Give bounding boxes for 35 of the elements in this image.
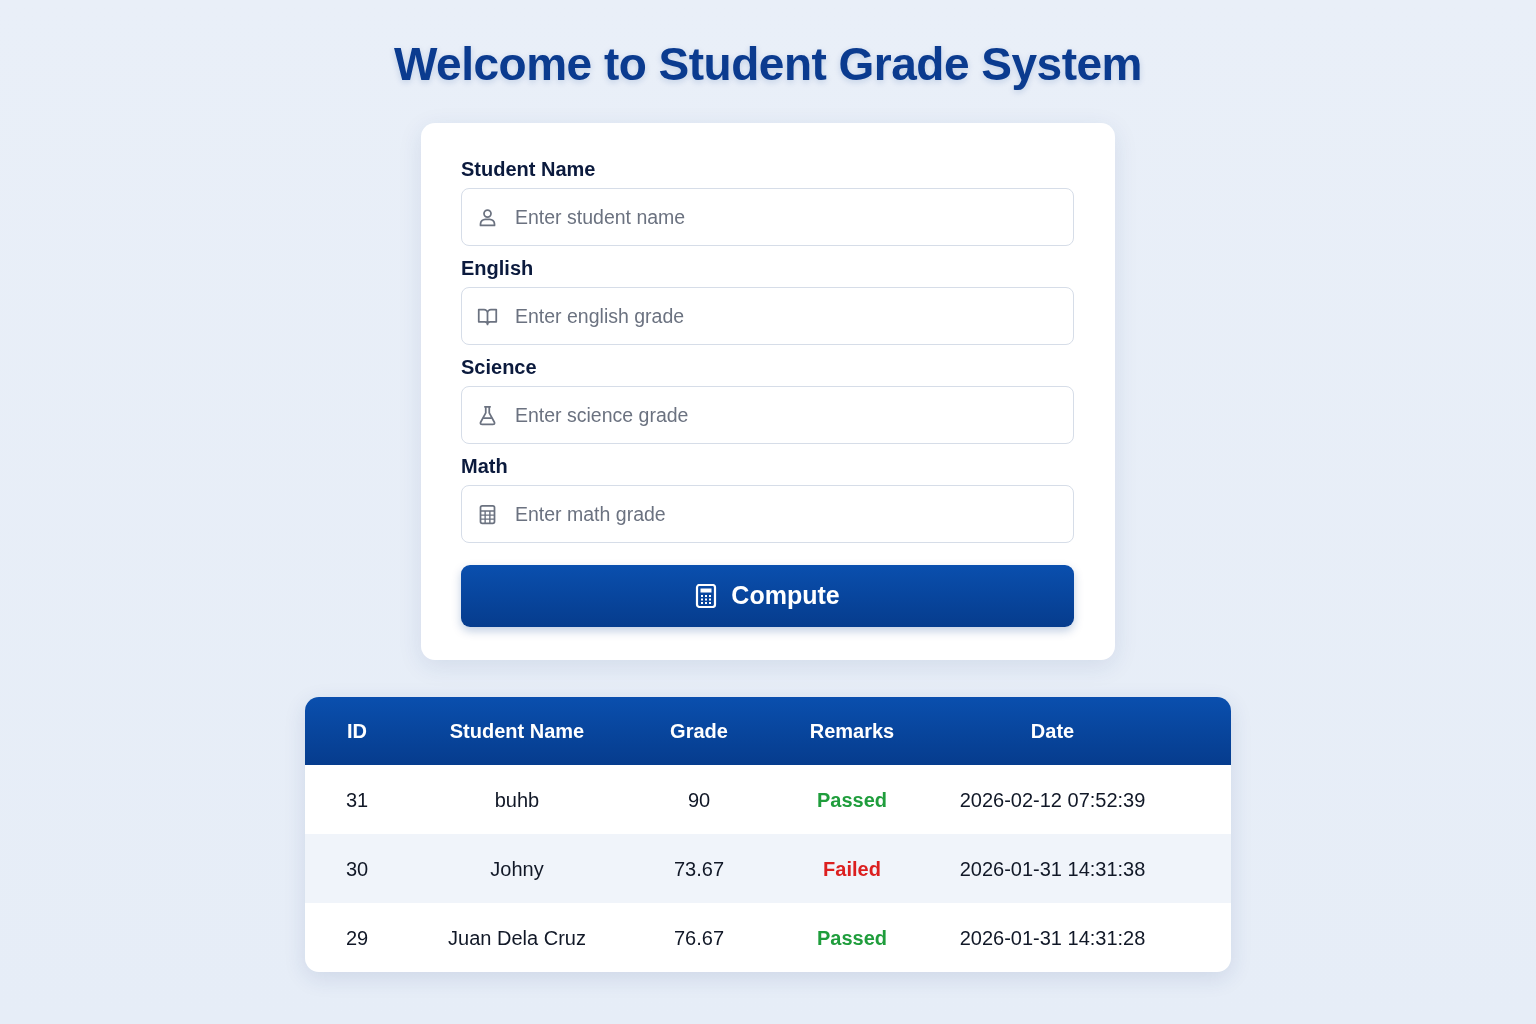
column-header: Grade [625,697,773,765]
field-label: Student Name [461,157,597,181]
column-header: Student Name [409,697,625,765]
column-header: Remarks [773,697,931,765]
field-label: Science [461,355,538,379]
field-label: Math [461,454,509,478]
text-input-field[interactable]: Enter math grade [461,485,1074,543]
table-cell: Juan Dela Cruz [409,903,625,972]
table-cell: buhb [409,765,625,834]
table-cell: 2026-01-31 14:31:28 [931,903,1231,972]
table-cell: 90 [625,765,773,834]
text-input-field[interactable]: Enter science grade [461,386,1074,444]
text-input-field[interactable]: Enter english grade [461,287,1074,345]
table-cell: 29 [305,903,409,972]
calculator-icon [695,584,718,608]
person-icon [477,207,498,228]
table-cell: 73.67 [625,834,773,903]
table-cell: 2026-02-12 07:52:39 [931,765,1231,834]
field-label: English [461,256,535,280]
table-cell: 2026-01-31 14:31:38 [931,834,1231,903]
column-header: ID [305,697,409,765]
text-input-field[interactable]: Enter student name [461,188,1074,246]
book-icon [477,306,498,327]
calculator-icon [477,504,498,525]
column-header: Date [931,697,1231,765]
page-title: Welcome to Student Grade System [394,37,1142,92]
table-cell: 76.67 [625,903,773,972]
table-cell: Johny [409,834,625,903]
table-cell: 30 [305,834,409,903]
table-cell: Passed [773,765,931,834]
table-cell: 31 [305,765,409,834]
table-cell: Failed [773,834,931,903]
table-cell: Passed [773,903,931,972]
flask-icon [477,405,498,426]
compute-button[interactable]: Compute [461,565,1074,627]
